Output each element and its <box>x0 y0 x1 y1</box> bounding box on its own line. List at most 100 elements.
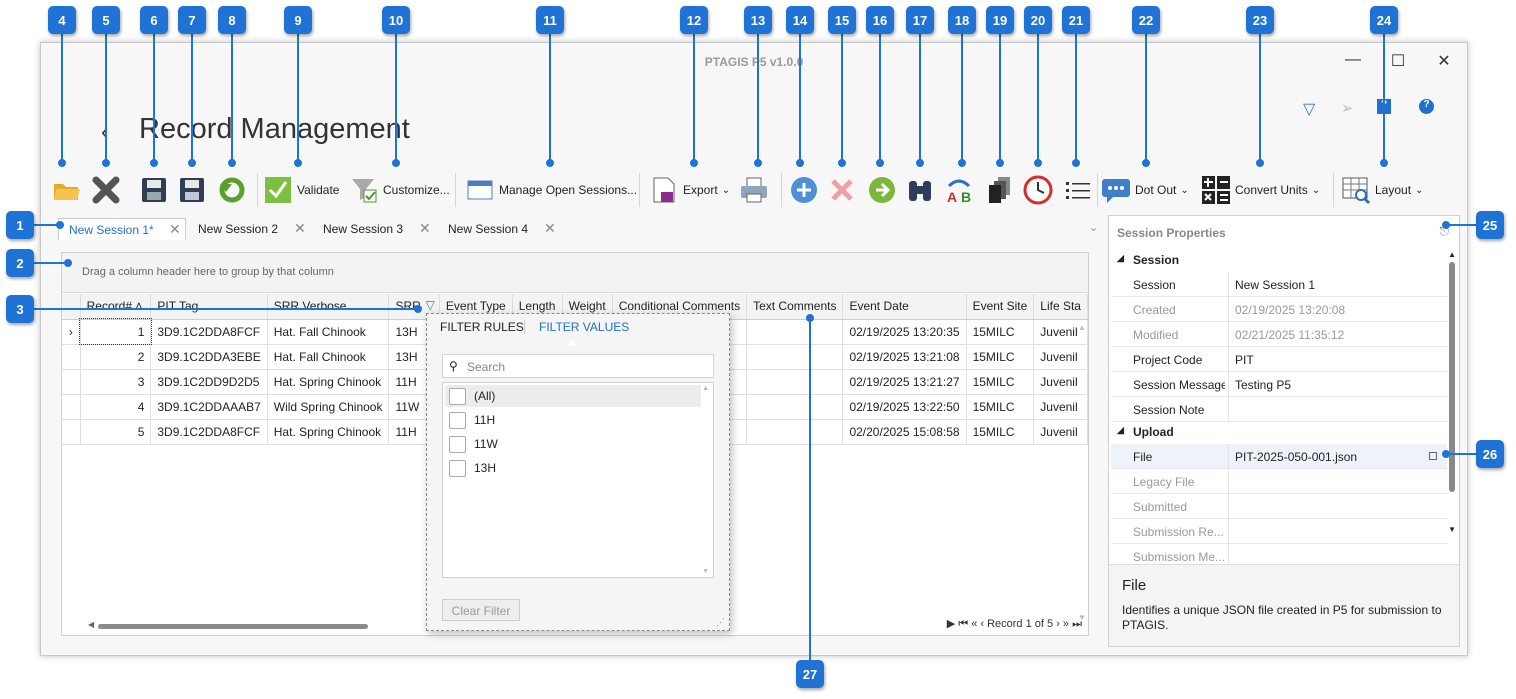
cell-event-site[interactable]: 15MILC <box>966 319 1035 345</box>
cell-record[interactable]: 2 <box>80 344 152 370</box>
cell-pit-tag[interactable]: 3D9.1C2DDA8FCF <box>150 319 268 345</box>
dot-out-button[interactable]: Dot Out ⌄ <box>1101 171 1189 209</box>
open-button[interactable] <box>51 171 81 209</box>
cell-srr-verbose[interactable]: Hat. Spring Chinook <box>267 419 390 445</box>
scroll-up-icon[interactable]: ▲ <box>1448 250 1456 259</box>
cell-life-stage[interactable]: Juvenil <box>1033 394 1088 420</box>
customize-button[interactable]: Customize... <box>349 171 450 209</box>
scroll-up-icon[interactable]: ▲ <box>702 385 709 392</box>
property-value[interactable] <box>1228 469 1448 494</box>
checkbox[interactable] <box>449 387 466 405</box>
close-tab-icon[interactable]: ✕ <box>169 221 181 238</box>
cell-srr-verbose[interactable]: Hat. Spring Chinook <box>267 369 390 395</box>
resize-grip-icon[interactable]: ⋰ <box>716 617 725 628</box>
clear-filter-icon[interactable]: ➢ <box>1341 99 1354 117</box>
property-row[interactable]: Submission Re... <box>1111 519 1447 544</box>
property-row[interactable]: Legacy File <box>1111 469 1447 494</box>
filter-value-item[interactable]: 13H <box>445 457 701 479</box>
tabs-overflow-chevron-icon[interactable]: ⌄ <box>1089 221 1098 234</box>
cell-event-date[interactable]: 02/19/2025 13:22:50 <box>842 394 967 420</box>
horizontal-scrollbar[interactable] <box>98 624 368 629</box>
tab-new-session-3[interactable]: New Session 3 ✕ <box>313 218 435 240</box>
property-row[interactable]: Session Note <box>1111 397 1447 422</box>
column-header-event-site[interactable]: Event Site <box>966 294 1035 320</box>
export-button[interactable]: Export ⌄ <box>649 171 730 209</box>
goto-button[interactable] <box>867 171 897 209</box>
checkbox[interactable] <box>449 459 466 477</box>
row-indicator[interactable]: › <box>62 319 81 345</box>
cell-event-date[interactable]: 02/20/2025 15:08:58 <box>842 419 967 445</box>
column-header-pit-tag[interactable]: PIT Tag <box>150 294 268 320</box>
cell-event-date[interactable]: 02/19/2025 13:21:27 <box>842 369 967 395</box>
cell-record[interactable]: 5 <box>80 419 152 445</box>
close-tab-icon[interactable]: ✕ <box>544 220 556 237</box>
cell-srr-verbose[interactable]: Wild Spring Chinook <box>267 394 390 420</box>
print-button[interactable] <box>739 171 769 209</box>
convert-units-button[interactable]: Convert Units ⌄ <box>1201 171 1320 209</box>
cell-record[interactable]: 4 <box>80 394 152 420</box>
cell-event-site[interactable]: 15MILC <box>966 419 1035 445</box>
tab-new-session-2[interactable]: New Session 2 ✕ <box>188 218 310 240</box>
layout-button[interactable]: Layout ⌄ <box>1341 171 1423 209</box>
property-row[interactable]: Session New Session 1 <box>1111 272 1447 297</box>
cell-event-date[interactable]: 02/19/2025 13:21:08 <box>842 344 967 370</box>
filter-search-input[interactable]: ⚲ Search <box>442 354 714 378</box>
property-value[interactable]: New Session 1 <box>1228 272 1448 297</box>
cell-pit-tag[interactable]: 3D9.1C2DDA8FCF <box>150 419 268 445</box>
cell-text-comments[interactable] <box>746 419 844 445</box>
cell-record[interactable]: 3 <box>80 369 152 395</box>
close-tab-icon[interactable]: ✕ <box>294 220 306 237</box>
refresh-button[interactable] <box>217 171 247 209</box>
copy-button[interactable] <box>985 171 1015 209</box>
cell-text-comments[interactable] <box>746 369 844 395</box>
cell-pit-tag[interactable]: 3D9.1C2DDA3EBE <box>150 344 268 370</box>
cell-srr-verbose[interactable]: Hat. Fall Chinook <box>267 344 390 370</box>
cell-life-stage[interactable]: Juvenil <box>1033 344 1088 370</box>
save-as-button[interactable] <box>177 171 207 209</box>
checkbox[interactable] <box>449 411 466 429</box>
scroll-down-icon[interactable]: ▼ <box>702 568 709 575</box>
property-row[interactable]: Session Message Testing P5 <box>1111 372 1447 397</box>
cell-event-site[interactable]: 15MILC <box>966 344 1035 370</box>
time-button[interactable] <box>1023 171 1053 209</box>
group-session[interactable]: ◢ Session <box>1111 249 1447 271</box>
checkbox[interactable] <box>449 435 466 453</box>
delete-record-button[interactable] <box>827 171 857 209</box>
property-value[interactable] <box>1228 519 1448 544</box>
property-row[interactable]: File PIT-2025-050-001.json <box>1111 444 1447 469</box>
vertical-scrollbar[interactable] <box>1449 262 1455 492</box>
filter-icon[interactable]: ▽ <box>1303 99 1315 119</box>
property-row[interactable]: Project Code PIT <box>1111 347 1447 372</box>
cell-pit-tag[interactable]: 3D9.1C2DD9D2D5 <box>150 369 268 395</box>
column-header-life-stage[interactable]: Life Sta <box>1033 294 1088 320</box>
ellipsis-browse-icon[interactable] <box>1429 452 1437 460</box>
column-header-event-date[interactable]: Event Date <box>842 294 967 320</box>
row-indicator[interactable] <box>62 344 81 370</box>
property-row[interactable]: Submitted <box>1111 494 1447 519</box>
row-indicator[interactable] <box>62 394 81 420</box>
property-value[interactable]: 02/19/2025 13:20:08 <box>1228 297 1448 322</box>
filter-value-item[interactable]: 11W <box>445 433 701 455</box>
validate-button[interactable]: Validate <box>263 171 339 209</box>
cell-event-date[interactable]: 02/19/2025 13:20:35 <box>842 319 967 345</box>
cell-life-stage[interactable]: Juvenil <box>1033 419 1088 445</box>
close-session-button[interactable] <box>91 171 121 209</box>
property-value[interactable]: 02/21/2025 11:35:12 <box>1228 322 1448 347</box>
property-value[interactable]: PIT <box>1228 347 1448 372</box>
spell-check-button[interactable]: AB <box>945 171 975 209</box>
close-tab-icon[interactable]: ✕ <box>419 220 431 237</box>
group-upload[interactable]: ◢ Upload <box>1111 421 1447 443</box>
cell-life-stage[interactable]: Juvenil <box>1033 369 1088 395</box>
tab-new-session-1[interactable]: New Session 1* ✕ <box>58 218 186 240</box>
property-value[interactable]: Testing P5 <box>1228 372 1448 397</box>
property-value[interactable] <box>1228 397 1448 422</box>
save-button[interactable] <box>139 171 169 209</box>
find-button[interactable] <box>905 171 935 209</box>
property-value[interactable] <box>1228 494 1448 519</box>
column-filter-icon[interactable]: ▽ <box>426 298 435 312</box>
filter-value-item[interactable]: 11H <box>445 409 701 431</box>
scroll-left-icon[interactable]: ◀ <box>88 620 94 629</box>
cell-event-site[interactable]: 15MILC <box>966 369 1035 395</box>
pager-last-icon[interactable]: › » ⏭ <box>1056 618 1082 630</box>
cell-text-comments[interactable] <box>746 394 844 420</box>
